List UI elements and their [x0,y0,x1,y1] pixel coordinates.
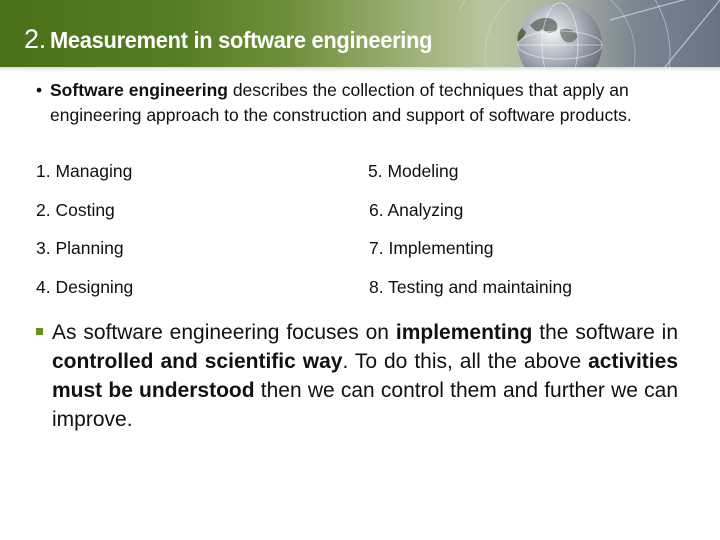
intro-bullet: • Software engineering describes the col… [36,78,696,128]
header-shadow [0,67,720,72]
summary-segment: the software in [532,321,678,344]
summary-segment: As software engineering focuses on [52,321,396,344]
activity-item: 2. Costing [36,200,115,220]
activity-item: 6. Analyzing [369,200,464,220]
summary-bold-segment: implementing [395,321,533,344]
activity-item: 7. Implementing [369,238,494,258]
activity-item: 1. Managing [36,161,133,181]
activity-item: 3. Planning [36,238,124,258]
slide-title: 2. Measurement in software engineering [24,24,452,55]
slide-header-band: 2. Measurement in software engineering [0,0,720,67]
activity-item: 5. Modeling [368,161,459,181]
globe-icon [460,0,720,67]
summary-bold-segment: controlled and scientific way [52,350,343,373]
title-text: Measurement in software engineering [50,27,433,53]
activity-item: 8. Testing and maintaining [369,277,573,297]
summary-paragraph: As software engineering focuses on imple… [36,318,678,434]
intro-text: Software engineering describes the colle… [36,78,696,128]
activity-item: 4. Designing [36,277,134,297]
summary-text: As software engineering focuses on imple… [36,318,678,434]
intro-bold-lead: Software engineering [50,80,228,100]
bullet-dot-icon: • [36,80,43,100]
title-number: 2. [24,24,46,54]
square-bullet-icon [36,328,43,335]
summary-segment: . To do this, all the above [342,350,589,373]
